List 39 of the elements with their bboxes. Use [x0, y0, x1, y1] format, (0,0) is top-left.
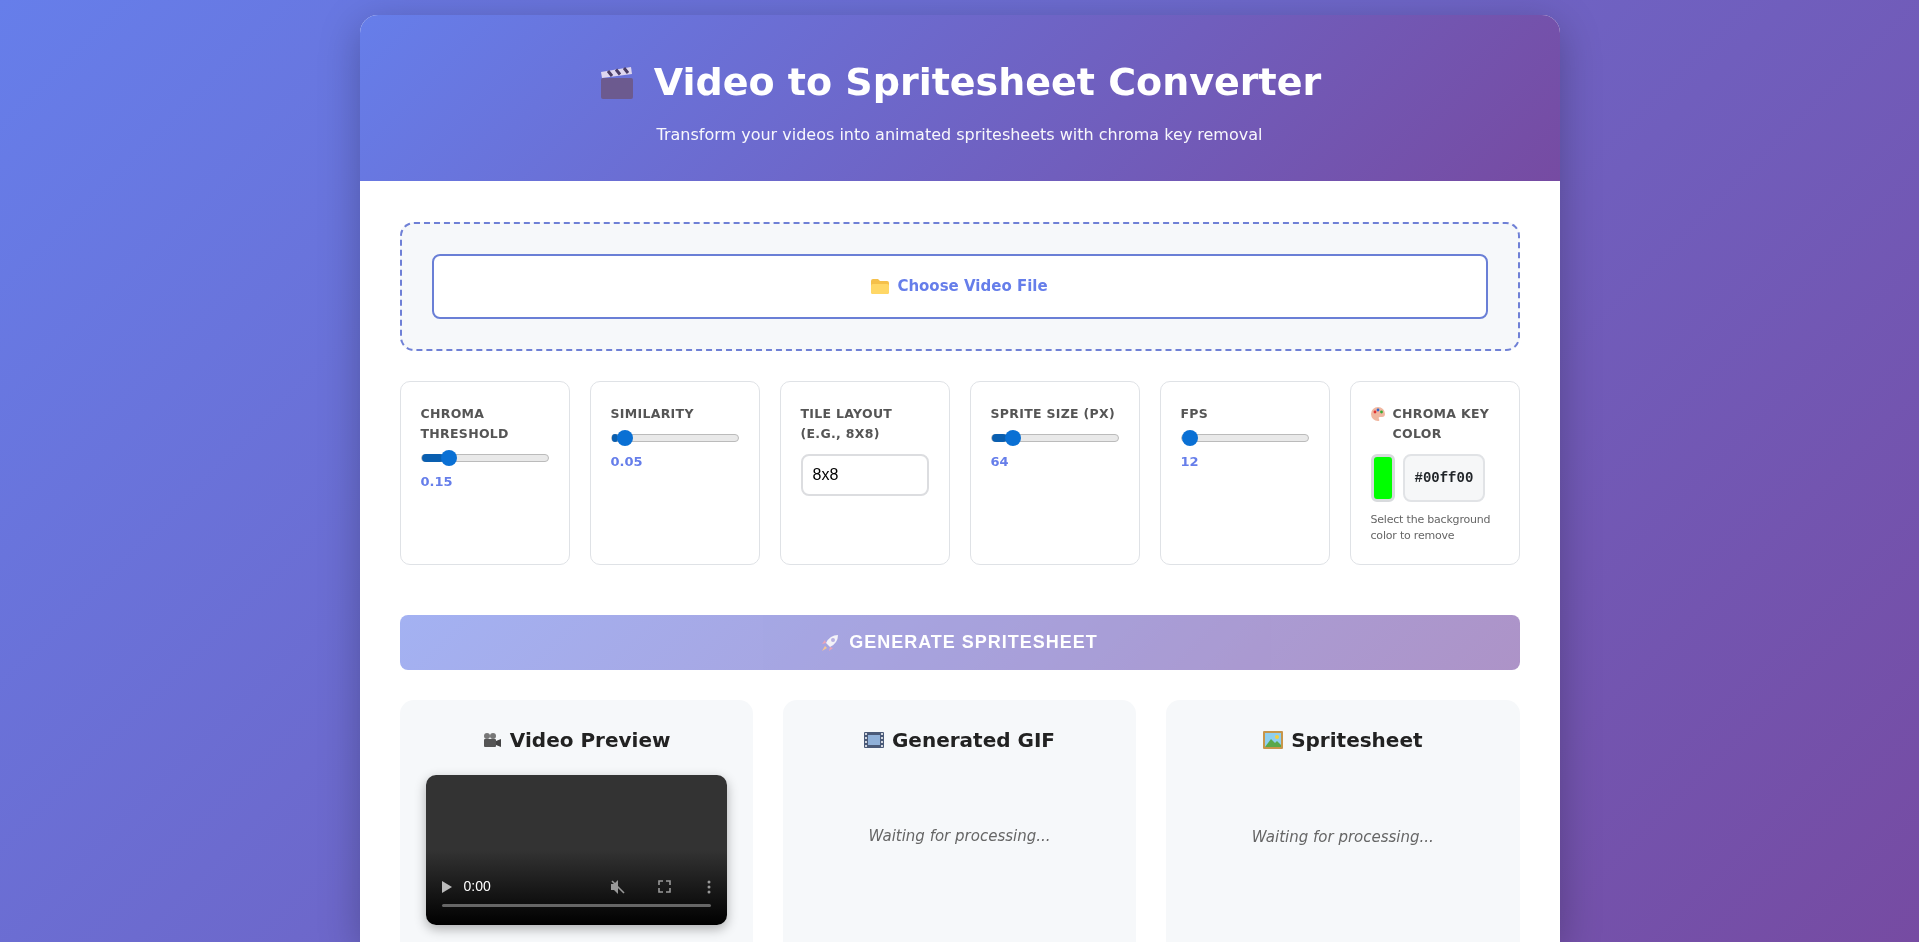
video-time: 0:00: [463, 877, 491, 896]
folder-icon: [871, 279, 890, 294]
app-title: Video to Spritesheet Converter: [653, 60, 1322, 106]
color-hex-field[interactable]: #00ff00: [1402, 454, 1486, 502]
panel-title: Video Preview: [509, 728, 671, 752]
play-icon[interactable]: [441, 880, 452, 893]
palette-icon: [1370, 407, 1385, 421]
setting-label: CHROMA KEY COLOR: [1392, 405, 1491, 443]
choose-file-button[interactable]: Choose Video File: [431, 254, 1488, 319]
video-camera-icon: [481, 732, 502, 748]
fullscreen-icon[interactable]: [657, 880, 671, 893]
slider-thumb[interactable]: [1004, 430, 1021, 446]
film-strip-icon: [863, 732, 884, 748]
muted-speaker-icon[interactable]: [609, 878, 626, 895]
status-text: Waiting for processing...: [1250, 827, 1435, 848]
slider-thumb[interactable]: [441, 450, 458, 466]
slider-thumb[interactable]: [617, 430, 633, 446]
slider-value: 64: [990, 453, 1010, 471]
slider-value: 12: [1180, 453, 1200, 471]
hint-text: Select the background color to remove: [1370, 512, 1492, 544]
panel-title: Generated GIF: [891, 728, 1056, 752]
slider-value: 0.15: [420, 473, 454, 491]
framed-picture-icon: [1263, 731, 1284, 749]
slider-value: 0.05: [610, 453, 644, 471]
more-options-icon[interactable]: [706, 879, 711, 894]
video-player[interactable]: 0:00: [425, 775, 727, 925]
color-swatch[interactable]: [1370, 454, 1395, 502]
panel-title: Spritesheet: [1291, 728, 1423, 752]
progress-track[interactable]: [441, 904, 711, 907]
setting-label: SIMILARITY: [610, 405, 694, 423]
setting-label: TILE LAYOUT (E.G., 8X8): [800, 405, 894, 443]
slider-thumb[interactable]: [1181, 430, 1198, 446]
text-input[interactable]: 8x8: [800, 454, 929, 496]
setting-label: FPS: [1180, 405, 1209, 423]
app-subtitle: Transform your videos into animated spritesheets with chroma key removal: [655, 123, 1264, 146]
rocket-icon: [821, 633, 840, 652]
status-text: Waiting for processing...: [867, 826, 1052, 847]
setting-label: CHROMA THRESHOLD: [420, 405, 510, 443]
setting-label: SPRITE SIZE (PX): [990, 405, 1115, 423]
